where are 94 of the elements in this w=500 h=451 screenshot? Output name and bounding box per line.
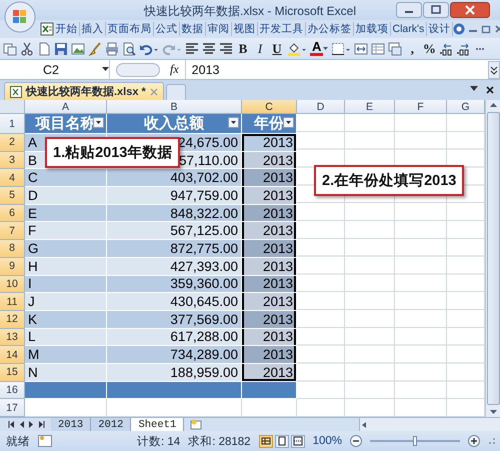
callout-label: 1.粘贴2013年数据 (45, 137, 180, 168)
table-cell: 377,569.00 (107, 310, 242, 329)
table-cell: 2013 (242, 187, 297, 205)
row-header[interactable]: 14 (0, 346, 25, 364)
table-cell: 2013 (242, 328, 297, 346)
column-header[interactable]: B (107, 100, 242, 114)
callout-label: 2.在年份处填写2013 (314, 165, 464, 196)
table-cell: G (25, 240, 107, 258)
table-cell: D (25, 187, 107, 205)
number-format-button[interactable]: % (422, 40, 436, 56)
table-cell: 2013 (242, 169, 297, 188)
row-header[interactable]: 4 (0, 169, 25, 188)
column-header[interactable]: F (395, 100, 447, 114)
row-header[interactable]: 13 (0, 328, 25, 346)
window-title: 快速比较两年数据.xlsx - Microsoft Excel (144, 4, 356, 18)
column-header[interactable]: C (242, 100, 297, 114)
ribbon-tab[interactable]: 加载项 (354, 22, 391, 36)
table-cell: 947,759.00 (107, 187, 242, 205)
table-cell: 848,322.00 (107, 204, 242, 222)
table-cell: N (25, 364, 107, 382)
name-box[interactable]: C2 (0, 60, 110, 79)
table-cell: 2013 (242, 258, 297, 276)
row-header[interactable]: 5 (0, 187, 25, 205)
table-header: 年份 (242, 114, 297, 134)
table-cell: H (25, 258, 107, 276)
row-header[interactable]: 1 (0, 114, 25, 134)
column-header[interactable]: D (297, 100, 345, 114)
table-cell: 188,959.00 (107, 364, 242, 382)
row-header[interactable]: 2 (0, 134, 25, 152)
row-header[interactable]: 7 (0, 222, 25, 240)
row-header[interactable]: 10 (0, 276, 25, 294)
table-cell: I (25, 276, 107, 294)
table-cell: J (25, 293, 107, 311)
column-header[interactable]: E (345, 100, 395, 114)
table-cell: 2013 (242, 364, 297, 382)
table-cell: E (25, 204, 107, 222)
table-cell: 2013 (242, 276, 297, 294)
table-cell: 567,125.00 (107, 222, 242, 240)
table-cell: 872,775.00 (107, 240, 242, 258)
table-cell: 2013 (242, 204, 297, 222)
table-cell: 427,393.00 (107, 258, 242, 276)
ribbon-tab[interactable]: 公式 (154, 22, 180, 36)
row-header[interactable]: 8 (0, 240, 25, 258)
row-header[interactable]: 3 (0, 152, 25, 170)
status-mode: 就绪 (6, 434, 30, 448)
row-header[interactable]: 17 (0, 399, 25, 417)
row-header[interactable]: 11 (0, 293, 25, 311)
zoom-level[interactable]: 100% (312, 435, 342, 447)
table-cell: 2013 (242, 152, 297, 170)
ribbon-tab[interactable]: 开始 (54, 22, 80, 36)
table-cell: L (25, 328, 107, 346)
underline-button[interactable]: U (270, 40, 284, 56)
sheet-tab[interactable]: 2012 (91, 418, 132, 431)
column-header[interactable]: A (25, 100, 107, 114)
table-cell: 734,289.00 (107, 346, 242, 364)
table-cell: 2013 (242, 293, 297, 311)
row-header[interactable]: 15 (0, 364, 25, 382)
insert-function-button[interactable]: fx (170, 62, 179, 77)
status-count: 计数: 14 (137, 434, 180, 448)
row-header[interactable]: 6 (0, 204, 25, 222)
table-cell: 2013 (242, 134, 297, 152)
sheet-tab[interactable]: Sheet1 (131, 418, 184, 431)
table-cell: 430,645.00 (107, 293, 242, 311)
sheet-tab[interactable]: 2013 (51, 418, 92, 431)
ribbon-tab[interactable]: 开发工具 (258, 22, 306, 36)
number-format-button[interactable]: , (405, 40, 420, 56)
row-header[interactable]: 9 (0, 258, 25, 276)
ribbon-tab[interactable]: 视图 (232, 22, 258, 36)
table-cell: 359,360.00 (107, 276, 242, 294)
ribbon-tab[interactable]: 页面布局 (106, 22, 154, 36)
document-tab[interactable]: 快速比较两年数据.xlsx * (4, 82, 164, 100)
table-cell: M (25, 346, 107, 364)
ribbon-tab[interactable]: 插入 (80, 22, 106, 36)
table-cell: 403,702.00 (107, 169, 242, 188)
bold-button[interactable]: B (236, 40, 250, 56)
table-header: 收入总额 (107, 114, 242, 134)
table-cell: 2013 (242, 222, 297, 240)
status-sum: 求和: 28182 (188, 434, 251, 448)
italic-button[interactable]: I (253, 40, 267, 56)
column-header[interactable]: G (447, 100, 485, 114)
row-header[interactable]: 16 (0, 382, 25, 400)
table-cell: 2013 (242, 310, 297, 329)
ribbon-tab[interactable]: 办公标签 (306, 22, 354, 36)
table-cell: F (25, 222, 107, 240)
table-cell: 2013 (242, 346, 297, 364)
ribbon-tab[interactable]: 数据 (180, 22, 206, 36)
table-cell: 617,288.00 (107, 328, 242, 346)
table-cell: K (25, 310, 107, 329)
ribbon-tab[interactable]: 设计 (426, 22, 453, 36)
row-header[interactable]: 12 (0, 310, 25, 329)
table-cell: C (25, 169, 107, 188)
ribbon-tab[interactable]: 审阅 (206, 22, 232, 36)
ribbon-tab[interactable]: Clark's (391, 22, 427, 36)
table-cell: 2013 (242, 240, 297, 258)
